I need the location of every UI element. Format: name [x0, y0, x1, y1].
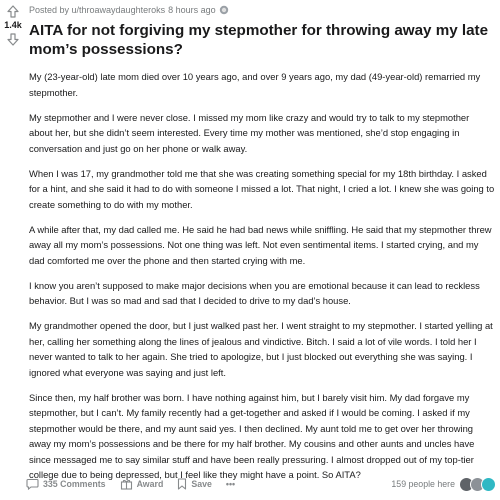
post-meta: Posted by u/throawaydaughteroks 8 hours … — [29, 4, 495, 16]
post-paragraph: My grandmother opened the door, but I ju… — [29, 320, 493, 378]
avatar — [481, 476, 496, 492]
comment-icon — [26, 478, 39, 490]
save-label: Save — [191, 479, 212, 489]
post-paragraph: When I was 17, my grandmother told me th… — [29, 167, 495, 210]
post-paragraph: Since then, my half brother was born. I … — [29, 391, 475, 481]
award-badge-icon — [219, 5, 229, 15]
post-paragraph: I know you aren’t supposed to make major… — [29, 279, 480, 307]
post-title[interactable]: AITA for not forgiving my stepmother for… — [29, 21, 495, 59]
comments-label: 335 Comments — [43, 479, 106, 489]
post-footer: 335 Comments Award Save ••• 159 people h… — [26, 474, 496, 494]
award-button[interactable]: Award — [120, 478, 164, 490]
save-button[interactable]: Save — [177, 478, 212, 490]
viewer-avatars — [459, 476, 496, 492]
people-here-count: 159 people here — [391, 479, 455, 489]
post-paragraph: A while after that, my dad called me. He… — [29, 223, 492, 266]
post-body: My (23-year-old) late mom died over 10 y… — [29, 69, 495, 483]
bookmark-icon — [177, 478, 187, 490]
vote-column: 1.4k — [0, 0, 26, 46]
upvote-arrow-icon[interactable] — [5, 4, 21, 18]
gift-icon — [120, 478, 133, 490]
downvote-arrow-icon[interactable] — [5, 32, 21, 46]
award-label: Award — [136, 479, 164, 489]
post-paragraph: My stepmother and I were never close. I … — [29, 111, 470, 154]
more-icon: ••• — [225, 479, 236, 489]
comments-button[interactable]: 335 Comments — [26, 478, 106, 490]
more-options-button[interactable]: ••• — [226, 479, 235, 489]
post-paragraph: My (23-year-old) late mom died over 10 y… — [29, 71, 481, 98]
post-content: Posted by u/throawaydaughteroks 8 hours … — [29, 0, 495, 492]
vote-count: 1.4k — [4, 20, 22, 30]
posted-by[interactable]: Posted by u/throawaydaughteroks — [29, 5, 165, 15]
post-time: 8 hours ago — [168, 5, 216, 15]
